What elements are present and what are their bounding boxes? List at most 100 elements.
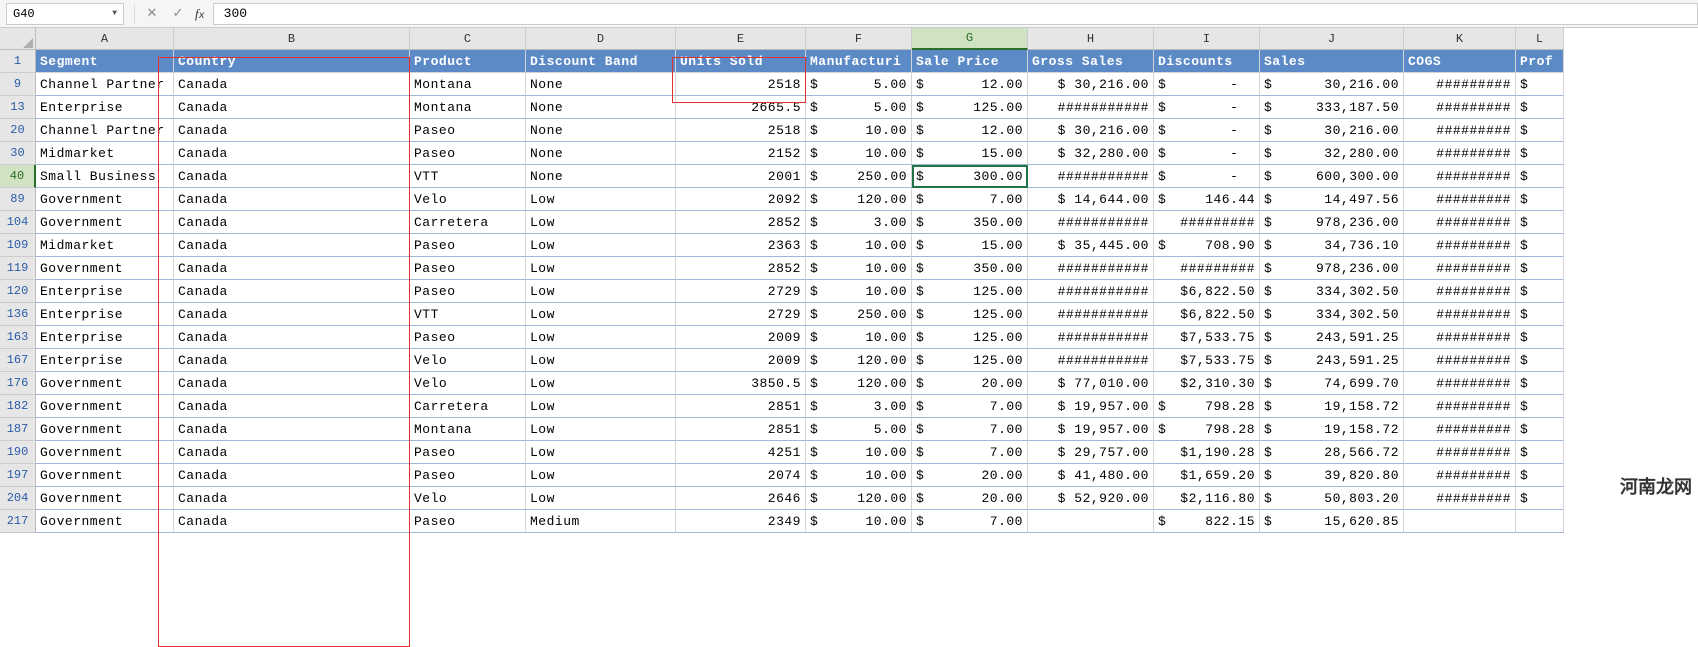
cell[interactable]: $7.00 <box>912 510 1028 533</box>
cell[interactable]: $146.44 <box>1154 188 1260 211</box>
cell[interactable]: $5.00 <box>806 96 912 119</box>
cell[interactable]: $250.00 <box>806 303 912 326</box>
cell[interactable]: Canada <box>174 418 410 441</box>
cell[interactable]: $10.00 <box>806 326 912 349</box>
cancel-icon[interactable]: ✕ <box>139 3 165 25</box>
row-header[interactable]: 20 <box>0 119 36 142</box>
cell[interactable]: ######### <box>1154 257 1260 280</box>
cell[interactable]: Enterprise <box>36 303 174 326</box>
cell[interactable]: $ <box>1516 96 1564 119</box>
cell[interactable]: ######### <box>1404 165 1516 188</box>
cell[interactable]: $125.00 <box>912 349 1028 372</box>
cell[interactable]: Canada <box>174 487 410 510</box>
cell[interactable]: None <box>526 165 676 188</box>
cell[interactable]: $ <box>1516 280 1564 303</box>
cell[interactable]: $ <box>1516 326 1564 349</box>
cell[interactable]: Government <box>36 464 174 487</box>
cell[interactable]: $7.00 <box>912 188 1028 211</box>
cell[interactable]: Low <box>526 211 676 234</box>
cell[interactable]: ######### <box>1404 96 1516 119</box>
cell[interactable]: Velo <box>410 188 526 211</box>
cell[interactable]: Paseo <box>410 119 526 142</box>
cell[interactable]: 2729 <box>676 303 806 326</box>
cell[interactable]: VTT <box>410 165 526 188</box>
cell[interactable]: Canada <box>174 326 410 349</box>
cell[interactable]: ######### <box>1404 326 1516 349</box>
cell[interactable]: $243,591.25 <box>1260 326 1404 349</box>
row-header[interactable]: 217 <box>0 510 36 533</box>
cell[interactable]: $ <box>1516 441 1564 464</box>
cell[interactable]: Low <box>526 487 676 510</box>
cell[interactable]: $ <box>1516 119 1564 142</box>
cell[interactable]: 2851 <box>676 418 806 441</box>
cell[interactable]: $20.00 <box>912 464 1028 487</box>
cell[interactable]: $333,187.50 <box>1260 96 1404 119</box>
select-all-corner[interactable] <box>0 28 36 50</box>
cell[interactable]: $350.00 <box>912 257 1028 280</box>
cell[interactable] <box>1028 510 1154 533</box>
row-header[interactable]: 119 <box>0 257 36 280</box>
cell[interactable]: $125.00 <box>912 303 1028 326</box>
cell[interactable]: $ <box>1516 211 1564 234</box>
column-header-J[interactable]: J <box>1260 28 1404 50</box>
cell[interactable]: $ <box>1516 349 1564 372</box>
cell[interactable]: Canada <box>174 119 410 142</box>
cell[interactable]: None <box>526 142 676 165</box>
header-cell-H[interactable]: Gross Sales <box>1028 50 1154 73</box>
cell[interactable]: $12.00 <box>912 73 1028 96</box>
row-header[interactable]: 104 <box>0 211 36 234</box>
cell[interactable]: $600,300.00 <box>1260 165 1404 188</box>
cell[interactable]: $ 52,920.00 <box>1028 487 1154 510</box>
cell[interactable]: $28,566.72 <box>1260 441 1404 464</box>
cell[interactable]: $125.00 <box>912 96 1028 119</box>
cell[interactable] <box>1516 510 1564 533</box>
header-cell-L[interactable]: Prof <box>1516 50 1564 73</box>
cell[interactable]: ######### <box>1404 418 1516 441</box>
cell[interactable]: Government <box>36 188 174 211</box>
cell[interactable]: Paseo <box>410 510 526 533</box>
cell[interactable]: Medium <box>526 510 676 533</box>
cell[interactable]: Low <box>526 234 676 257</box>
cell[interactable]: Government <box>36 487 174 510</box>
cell[interactable]: Low <box>526 372 676 395</box>
cell[interactable]: $15,620.85 <box>1260 510 1404 533</box>
cell[interactable]: $ 19,957.00 <box>1028 395 1154 418</box>
cell[interactable]: $7.00 <box>912 418 1028 441</box>
cell[interactable]: 2518 <box>676 119 806 142</box>
header-cell-F[interactable]: Manufacturi <box>806 50 912 73</box>
cell[interactable]: $ 29,757.00 <box>1028 441 1154 464</box>
row-header[interactable]: 176 <box>0 372 36 395</box>
cell[interactable]: $ <box>1516 487 1564 510</box>
row-header[interactable]: 30 <box>0 142 36 165</box>
cell[interactable]: $30,216.00 <box>1260 119 1404 142</box>
cell[interactable]: 2852 <box>676 257 806 280</box>
cell[interactable]: Low <box>526 303 676 326</box>
cell[interactable]: ######### <box>1404 395 1516 418</box>
column-header-I[interactable]: I <box>1154 28 1260 50</box>
row-header[interactable]: 13 <box>0 96 36 119</box>
cell[interactable]: 2092 <box>676 188 806 211</box>
cell[interactable]: Canada <box>174 510 410 533</box>
cell[interactable]: Government <box>36 257 174 280</box>
cell[interactable]: 4251 <box>676 441 806 464</box>
cell[interactable]: Canada <box>174 395 410 418</box>
cell[interactable]: ######### <box>1404 487 1516 510</box>
cell[interactable]: Low <box>526 464 676 487</box>
cell[interactable]: $10.00 <box>806 464 912 487</box>
row-header[interactable]: 167 <box>0 349 36 372</box>
cell[interactable]: $708.90 <box>1154 234 1260 257</box>
cell[interactable]: $ 30,216.00 <box>1028 119 1154 142</box>
cell[interactable]: Canada <box>174 257 410 280</box>
cell[interactable]: $ 32,280.00 <box>1028 142 1154 165</box>
cell[interactable]: ######### <box>1404 234 1516 257</box>
row-header[interactable]: 136 <box>0 303 36 326</box>
chevron-down-icon[interactable]: ▼ <box>112 9 117 18</box>
row-header[interactable]: 40 <box>0 165 36 188</box>
cell[interactable]: VTT <box>410 303 526 326</box>
cell[interactable]: $10.00 <box>806 119 912 142</box>
row-header[interactable]: 197 <box>0 464 36 487</box>
cell[interactable]: $ 77,010.00 <box>1028 372 1154 395</box>
cell[interactable]: $10.00 <box>806 441 912 464</box>
cell[interactable]: $822.15 <box>1154 510 1260 533</box>
row-header[interactable]: 89 <box>0 188 36 211</box>
